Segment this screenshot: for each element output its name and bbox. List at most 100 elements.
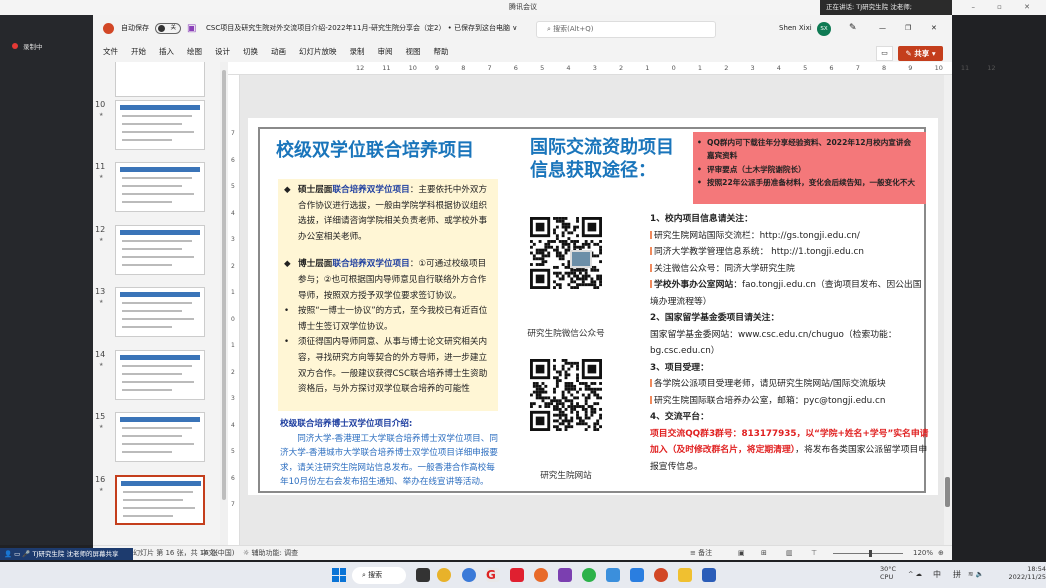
zoom-level[interactable]: 120%	[913, 546, 933, 561]
onenote-icon[interactable]	[558, 568, 572, 582]
app-icon[interactable]: G	[486, 568, 500, 582]
ruler-tick: 7	[487, 64, 492, 72]
thumbnail-scrollbar-thumb[interactable]	[222, 70, 226, 500]
animation-star-icon: ★	[99, 424, 104, 430]
tab-transitions[interactable]: 切换	[243, 47, 258, 56]
firefox-icon[interactable]	[534, 568, 548, 582]
ruler-tick: 8	[461, 64, 466, 72]
ruler-tick: 4	[231, 209, 235, 217]
tab-review[interactable]: 审阅	[378, 47, 393, 56]
ruler-tick: 2	[231, 368, 235, 376]
ruler-tick: 7	[231, 501, 235, 508]
thumbnail-number: 12	[95, 225, 106, 234]
tab-file[interactable]: 文件	[103, 47, 118, 56]
taskbar: ⌕ 搜索 G 30°C CPU ^ ☁ 中 拼 ≋ 🔈 18:54 2022/11/…	[0, 562, 1046, 588]
minimize-button[interactable]: —	[879, 15, 886, 42]
tab-draw[interactable]: 绘图	[187, 47, 202, 56]
save-icon[interactable]: ▣	[187, 15, 196, 42]
tab-help[interactable]: 帮助	[434, 47, 449, 56]
ime-indicator[interactable]: 中	[933, 569, 941, 580]
section-4-heading: 4、交流平台：	[650, 412, 709, 422]
word-icon[interactable]	[702, 568, 716, 582]
normal-view-button[interactable]: ▣	[738, 546, 745, 561]
fit-slide-icon[interactable]: ⊕	[938, 546, 944, 561]
powerpoint-icon[interactable]	[654, 568, 668, 582]
comments-button[interactable]: ▭	[876, 46, 893, 61]
tab-view[interactable]: 视图	[406, 47, 421, 56]
slide-scrollbar-thumb[interactable]	[945, 477, 950, 507]
notes-button[interactable]: ≡ 备注	[690, 546, 712, 561]
slideshow-button[interactable]: ⊤	[811, 546, 817, 561]
start-button[interactable]	[332, 568, 346, 582]
slide-thumbnail[interactable]	[115, 287, 205, 337]
chrome-icon[interactable]	[437, 568, 451, 582]
slide-scrollbar[interactable]	[944, 75, 952, 545]
tray-icons[interactable]: ^ ☁	[908, 570, 922, 578]
recording-indicator[interactable]: 录制中	[12, 41, 43, 51]
slide-thumbnail[interactable]	[115, 350, 205, 400]
tab-animations[interactable]: 动画	[271, 47, 286, 56]
bullet-phd: ◆ 博士层面联合培养双学位项目：①可通过校级项目参与；②也可根据国内导师意见自行联…	[284, 259, 487, 301]
ime-mode[interactable]: 拼	[953, 569, 961, 580]
screen-share-indicator[interactable]: 👤 ▭ 🎤 TJ研究生院 沈老师的屏幕共享	[0, 548, 133, 560]
reading-view-button[interactable]: ▥	[786, 546, 793, 561]
slide-thumbnail[interactable]	[115, 162, 205, 212]
language-indicator[interactable]: 中文(中国)	[201, 546, 234, 561]
document-title[interactable]: CSC项目及研究生院对外交流项目介绍-2022年11月-研究生院分享会（定2） …	[206, 15, 517, 42]
hk-program-title: 校级联合培养博士双学位项目介绍:	[280, 419, 413, 429]
zoom-slider[interactable]	[833, 553, 903, 554]
close-button[interactable]: ✕	[931, 15, 937, 42]
qr1-label: 研究生院微信公众号	[527, 329, 605, 339]
powerpoint-logo-icon	[103, 23, 114, 34]
slide-thumbnail[interactable]	[115, 475, 205, 525]
restore-button[interactable]: ❐	[905, 15, 911, 42]
zoom-slider-thumb[interactable]	[869, 550, 872, 557]
ruler-tick: 9	[434, 64, 440, 72]
tab-insert[interactable]: 插入	[159, 47, 174, 56]
avatar[interactable]: SX	[817, 22, 831, 36]
tab-slideshow[interactable]: 幻灯片放映	[299, 47, 337, 56]
accessibility-status[interactable]: ☼ 辅助功能: 调查	[243, 546, 298, 561]
meeting-window-controls[interactable]: – ▫ ✕	[971, 0, 1040, 15]
tab-record[interactable]: 录制	[350, 47, 365, 56]
slide[interactable]: 校级双学位联合培养项目 ◆ 硕士层面联合培养双学位项目：主要依托中外双方合作协议进…	[248, 118, 938, 495]
slide-thumbnail[interactable]	[115, 412, 205, 462]
ruler-tick: 1	[231, 342, 235, 349]
wechat-icon[interactable]	[582, 568, 596, 582]
clock[interactable]: 18:54 2022/11/25	[1002, 565, 1046, 581]
user-name[interactable]: Shen Xixi	[779, 15, 812, 42]
pen-icon[interactable]: ✎	[849, 15, 857, 42]
slide-sorter-button[interactable]: ⊞	[761, 546, 767, 561]
taskbar-search[interactable]: ⌕ 搜索	[352, 567, 406, 584]
ruler-tick: 10	[934, 64, 943, 72]
info-item: 同济大学教学管理信息系统： http://1.tongji.edu.cn	[650, 244, 930, 261]
network-volume-icons[interactable]: ≋ 🔈	[968, 570, 984, 578]
slide-thumbnail[interactable]	[115, 225, 205, 275]
thumbnail-number: 15	[95, 412, 106, 421]
ruler-tick: 4	[231, 421, 235, 429]
app-icon[interactable]	[606, 568, 620, 582]
ruler-tick: 5	[540, 64, 545, 72]
file-explorer-icon[interactable]	[678, 568, 692, 582]
settings-icon[interactable]	[462, 568, 476, 582]
tencent-meeting-icon[interactable]	[630, 568, 644, 582]
hk-program-text: 同济大学-香港理工大学联合培养博士双学位项目、同济大学-香港城市大学联合培养博士…	[280, 433, 498, 488]
ruler-tick: 3	[750, 64, 755, 72]
slide-thumbnail[interactable]	[115, 62, 205, 97]
temperature: 30°C CPU	[880, 565, 897, 581]
status-bar: 幻灯片 第 16 张，共 16 张 中文(中国) ☼ 辅助功能: 调查 ≡ 备注…	[93, 545, 952, 560]
hk-program-intro: 校级联合培养博士双学位项目介绍: 同济大学-香港理工大学联合培养博士双学位项目、…	[280, 417, 498, 490]
app-icon[interactable]	[510, 568, 524, 582]
autosave-toggle[interactable]: 关	[155, 15, 181, 42]
slide-thumbnail[interactable]	[115, 100, 205, 150]
tab-design[interactable]: 设计	[215, 47, 230, 56]
meeting-title: 腾讯会议	[509, 3, 537, 11]
ruler-tick: 11	[960, 64, 970, 72]
bullet-master: ◆ 硕士层面联合培养双学位项目：主要依托中外双方合作协议进行选拔，一般由学院学科根…	[284, 185, 488, 242]
animation-star-icon: ★	[99, 487, 104, 493]
share-button[interactable]: ✎ 共享 ▾	[898, 46, 943, 61]
tab-home[interactable]: 开始	[131, 47, 146, 56]
search-box[interactable]: ⌕ 搜索(Alt+Q)	[536, 21, 716, 38]
ruler-tick: 7	[231, 130, 235, 137]
task-view-icon[interactable]	[416, 568, 430, 582]
